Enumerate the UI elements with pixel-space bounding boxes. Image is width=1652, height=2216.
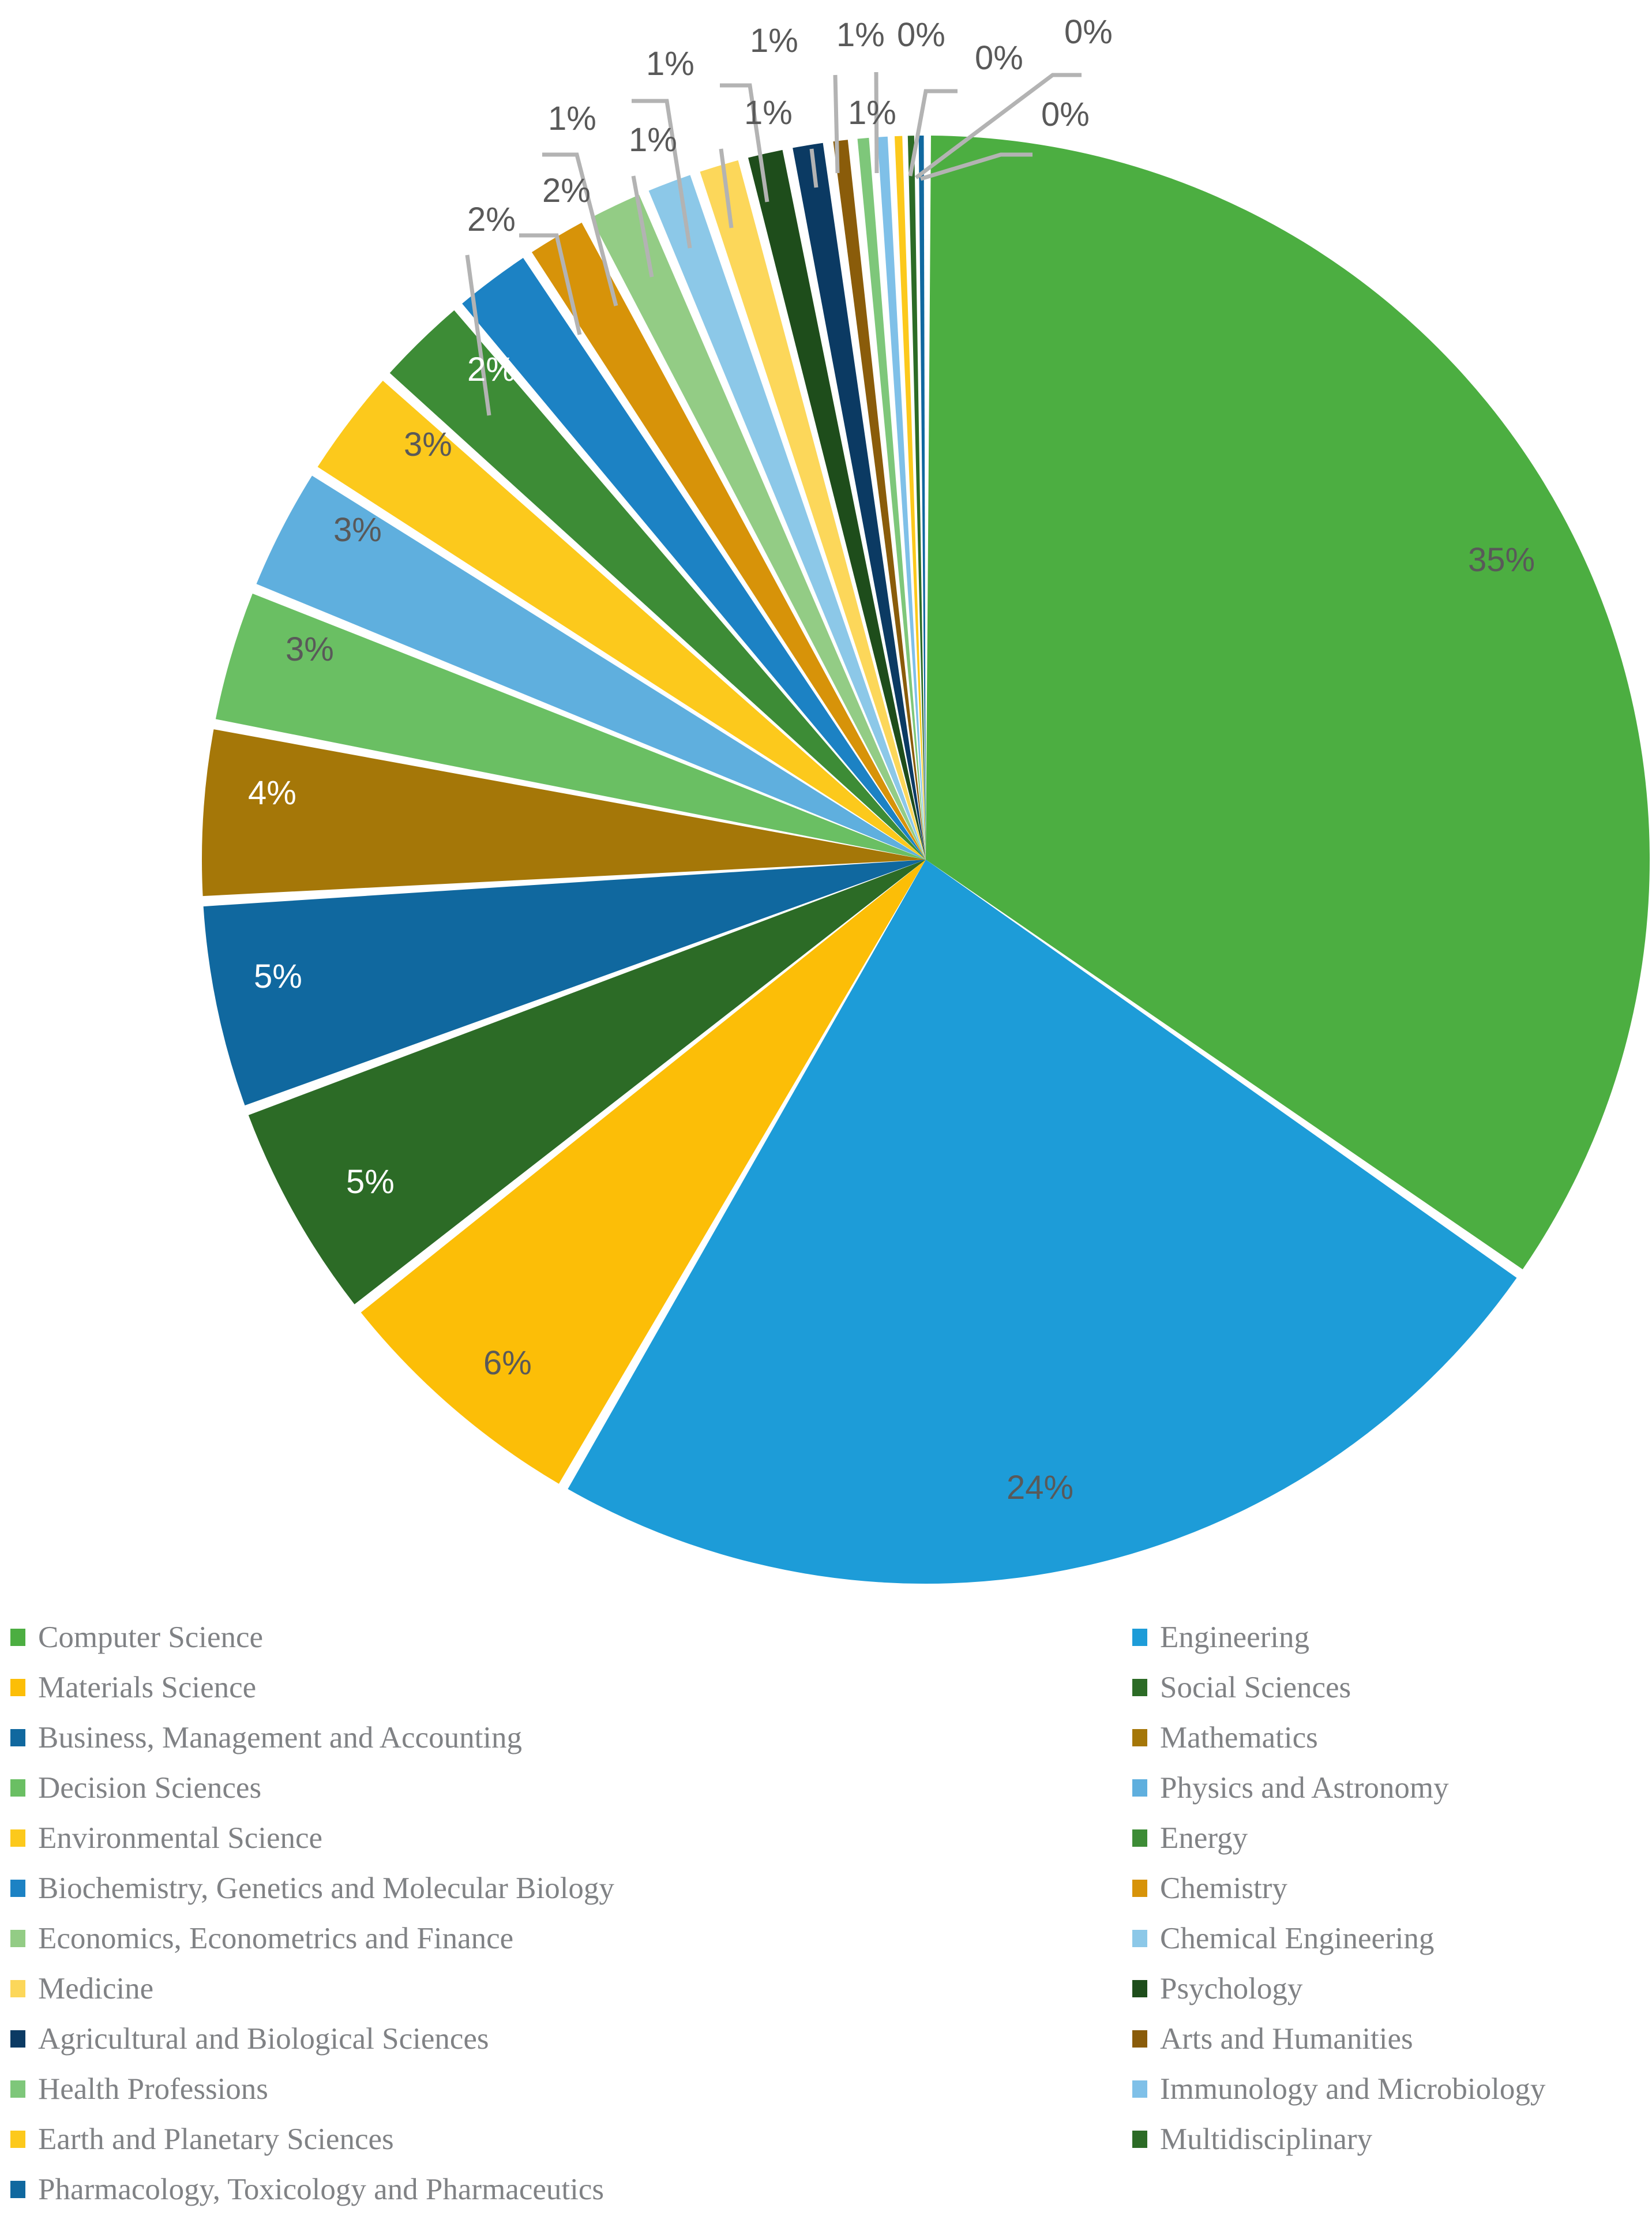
slice-percent-label: 35% — [1468, 541, 1535, 579]
legend-color-swatch-icon — [1132, 1829, 1147, 1847]
legend-item[interactable]: Physics and Astronomy — [1132, 1771, 1449, 1805]
legend-color-swatch-icon — [1132, 1679, 1147, 1696]
legend-color-swatch-icon — [1132, 1629, 1147, 1646]
slice-percent-label: 2% — [467, 201, 516, 238]
legend-color-swatch-icon — [1132, 2030, 1147, 2048]
legend-item-label: Psychology — [1160, 1971, 1303, 2005]
slice-percent-label: 1% — [744, 94, 793, 132]
legend-item[interactable]: Agricultural and Biological Sciences — [10, 2022, 489, 2056]
slice-percent-label: 3% — [404, 426, 452, 463]
slice-percent-label: 0% — [897, 16, 945, 54]
legend-color-swatch-icon — [10, 1980, 25, 1997]
legend-item[interactable]: Mathematics — [1132, 1720, 1318, 1754]
legend-item-label: Biochemistry, Genetics and Molecular Bio… — [38, 1871, 614, 1905]
pie-chart-plot: 35% 24% 6% 5% 5% 4% 3% 3% 3% 2% 2% 2% 1% 1% 1% 1% 1% 1% 1%… — [0, 0, 1652, 1615]
slice-percent-label: 1% — [548, 100, 596, 137]
chart-legend: Computer Science Materials Science Busines… — [0, 1620, 1652, 2216]
legend-item[interactable]: Business, Management and Accounting — [10, 1720, 523, 1754]
legend-color-swatch-icon — [1132, 1930, 1147, 1947]
legend-item[interactable]: Decision Sciences — [10, 1771, 262, 1805]
legend-color-swatch-icon — [10, 2080, 25, 2098]
legend-color-swatch-icon — [10, 1629, 25, 1646]
slice-percent-label: 2% — [467, 351, 516, 388]
slice-percent-label: 3% — [286, 631, 334, 668]
legend-item-label: Chemical Engineering — [1160, 1921, 1435, 1955]
legend-item[interactable]: Pharmacology, Toxicology and Pharmaceuti… — [10, 2172, 604, 2206]
legend-item[interactable]: Multidisciplinary — [1132, 2122, 1373, 2156]
legend-color-swatch-icon — [10, 1930, 25, 1947]
legend-item[interactable]: Chemistry — [1132, 1871, 1287, 1905]
legend-item-label: Computer Science — [38, 1620, 264, 1654]
legend-item-label: Engineering — [1160, 1620, 1310, 1654]
legend-color-swatch-icon — [1132, 2131, 1147, 2148]
leader-line — [833, 74, 840, 174]
legend-item[interactable]: Chemical Engineering — [1132, 1921, 1435, 1955]
legend-item[interactable]: Materials Science — [10, 1670, 257, 1704]
legend-item-label: Economics, Econometrics and Finance — [38, 1921, 514, 1955]
legend-item-label: Earth and Planetary Sciences — [38, 2122, 394, 2156]
legend-color-swatch-icon — [10, 1829, 25, 1847]
legend-item[interactable]: Arts and Humanities — [1132, 2022, 1413, 2056]
legend-item[interactable]: Biochemistry, Genetics and Molecular Bio… — [10, 1871, 614, 1905]
legend-item[interactable]: Engineering — [1132, 1620, 1310, 1654]
slice-percent-label: 1% — [836, 16, 885, 54]
legend-item-label: Arts and Humanities — [1160, 2022, 1413, 2056]
slice-percent-label: 1% — [750, 22, 798, 59]
slice-percent-label: 3% — [333, 511, 382, 549]
slice-percent-label: 5% — [346, 1163, 395, 1201]
legend-item[interactable]: Psychology — [1132, 1971, 1303, 2005]
legend-item-label: Mathematics — [1160, 1720, 1318, 1754]
legend-item-label: Decision Sciences — [38, 1771, 262, 1805]
legend-item[interactable]: Immunology and Microbiology — [1132, 2072, 1546, 2106]
legend-item[interactable]: Energy — [1132, 1821, 1248, 1855]
legend-item[interactable]: Environmental Science — [10, 1821, 323, 1855]
legend-item-label: Health Professions — [38, 2072, 268, 2106]
legend-item[interactable]: Computer Science — [10, 1620, 264, 1654]
slice-percent-label: 6% — [483, 1344, 532, 1382]
pie-chart-figure: 35% 24% 6% 5% 5% 4% 3% 3% 3% 2% 2% 2% 1% 1% 1% 1% 1% 1% 1%… — [0, 0, 1652, 2216]
legend-item-label: Immunology and Microbiology — [1160, 2072, 1546, 2106]
slice-percent-label: 1% — [629, 121, 677, 159]
legend-item-label: Medicine — [38, 1971, 154, 2005]
legend-item-label: Pharmacology, Toxicology and Pharmaceuti… — [38, 2172, 604, 2206]
legend-color-swatch-icon — [10, 2131, 25, 2148]
legend-item-label: Materials Science — [38, 1670, 257, 1704]
legend-color-swatch-icon — [1132, 2080, 1147, 2098]
legend-item-label: Environmental Science — [38, 1821, 323, 1855]
legend-item[interactable]: Health Professions — [10, 2072, 268, 2106]
slice-percent-label: 0% — [975, 39, 1023, 77]
legend-color-swatch-icon — [1132, 1880, 1147, 1897]
legend-item-label: Business, Management and Accounting — [38, 1720, 523, 1754]
slice-percent-label: 0% — [1041, 96, 1090, 133]
legend-color-swatch-icon — [10, 1779, 25, 1797]
legend-color-swatch-icon — [10, 1880, 25, 1897]
slice-percent-label: 5% — [254, 958, 302, 995]
pie-svg: 35% 24% 6% 5% 5% 4% 3% 3% 3% 2% 2% 2% 1% 1% 1% 1% 1% 1% 1%… — [202, 13, 1650, 1584]
legend-color-swatch-icon — [10, 1729, 25, 1746]
legend-color-swatch-icon — [1132, 1779, 1147, 1797]
slice-percent-label: 2% — [542, 172, 591, 209]
slice-percent-label: 1% — [646, 45, 694, 83]
slice-percent-label: 24% — [1007, 1469, 1073, 1506]
legend-item-label: Energy — [1160, 1821, 1248, 1855]
legend-item-label: Chemistry — [1160, 1871, 1287, 1905]
slice-percent-label: 1% — [848, 94, 896, 132]
legend-color-swatch-icon — [10, 2030, 25, 2048]
legend-item[interactable]: Social Sciences — [1132, 1670, 1351, 1704]
legend-color-swatch-icon — [1132, 1729, 1147, 1746]
legend-item-label: Social Sciences — [1160, 1670, 1351, 1704]
legend-color-swatch-icon — [10, 1679, 25, 1696]
legend-item[interactable]: Medicine — [10, 1971, 154, 2005]
legend-item-label: Agricultural and Biological Sciences — [38, 2022, 489, 2056]
legend-item[interactable]: Earth and Planetary Sciences — [10, 2122, 394, 2156]
legend-color-swatch-icon — [1132, 1980, 1147, 1997]
legend-item[interactable]: Economics, Econometrics and Finance — [10, 1921, 514, 1955]
legend-item-label: Physics and Astronomy — [1160, 1771, 1449, 1805]
slice-percent-label: 4% — [248, 774, 296, 812]
legend-color-swatch-icon — [10, 2181, 25, 2198]
pie-slices-group — [202, 136, 1650, 1584]
legend-item-label: Multidisciplinary — [1160, 2122, 1373, 2156]
slice-percent-label: 0% — [1064, 13, 1113, 51]
